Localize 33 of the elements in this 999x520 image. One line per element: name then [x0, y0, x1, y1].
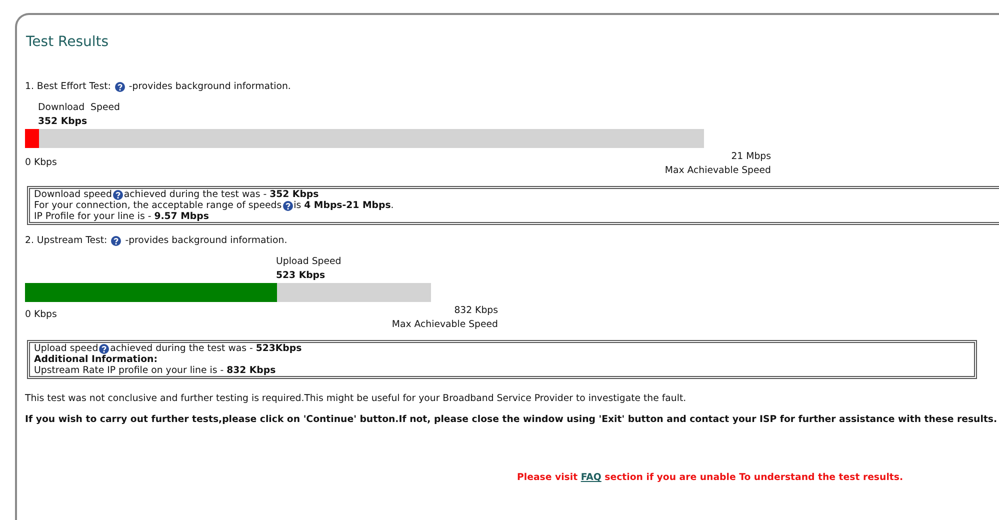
info-text: 2. Upstream Test: [25, 235, 108, 247]
meter-value: 352 Kbps [38, 116, 88, 127]
info-text: achieved during the test was - 523Kbps [110, 343, 302, 354]
help-icon[interactable] [111, 236, 122, 246]
scale-min-label: 0 Kbps [25, 309, 57, 321]
scale-max-label: 832 Kbps [453, 304, 498, 318]
info-text: -provides background information. [125, 235, 288, 247]
scale-max-caption: Max Achievable Speed [664, 164, 771, 178]
page-title: Test Results [26, 33, 110, 51]
info-text: For your connection, the acceptable range of speeds [34, 200, 282, 211]
scale-max-caption: Max Achievable Speed [392, 318, 498, 332]
info-text: Download speed [34, 189, 112, 200]
help-icon[interactable] [99, 344, 110, 354]
scale-min-label: 0 Kbps [25, 157, 57, 169]
meter-label: Download Speed [38, 102, 120, 113]
help-icon[interactable] [114, 82, 125, 92]
info-text: Upstream Rate IP profile on your line is - 832 Kbps [34, 365, 276, 376]
info-text: achieved during the test was - 352 Kbps [124, 189, 319, 200]
help-icon[interactable] [282, 200, 293, 210]
faq-link[interactable]: FAQ [580, 472, 602, 483]
info-text: Upload speed [34, 343, 98, 354]
note-text: This test was not conclusive and further testing is required.This might be useful for your Broadband Service Provider to investigate the fault. [25, 393, 686, 404]
instruction-text: If you wish to carry out further tests,please click on 'Continue' button.If not, please close the window using 'Exit' button and contact your ISP for further assistance with these results. [25, 414, 998, 425]
info-heading: Additional Information: [34, 354, 158, 365]
info-text: 1. Best Effort Test: [25, 81, 111, 93]
info-text: -provides background information. [128, 81, 291, 93]
scale-max-label: 21 Mbps [730, 150, 771, 164]
info-text: is 4 Mbps-21 Mbps. [294, 200, 394, 211]
faq-notice: Please visit FAQ section if you are unable To understand the test results. [517, 472, 904, 483]
help-icon[interactable] [112, 190, 123, 200]
meter-label: Upload Speed [276, 256, 342, 267]
info-text: IP Profile for your line is - 9.57 Mbps [34, 211, 209, 222]
meter-value: 523 Kbps [276, 270, 326, 281]
